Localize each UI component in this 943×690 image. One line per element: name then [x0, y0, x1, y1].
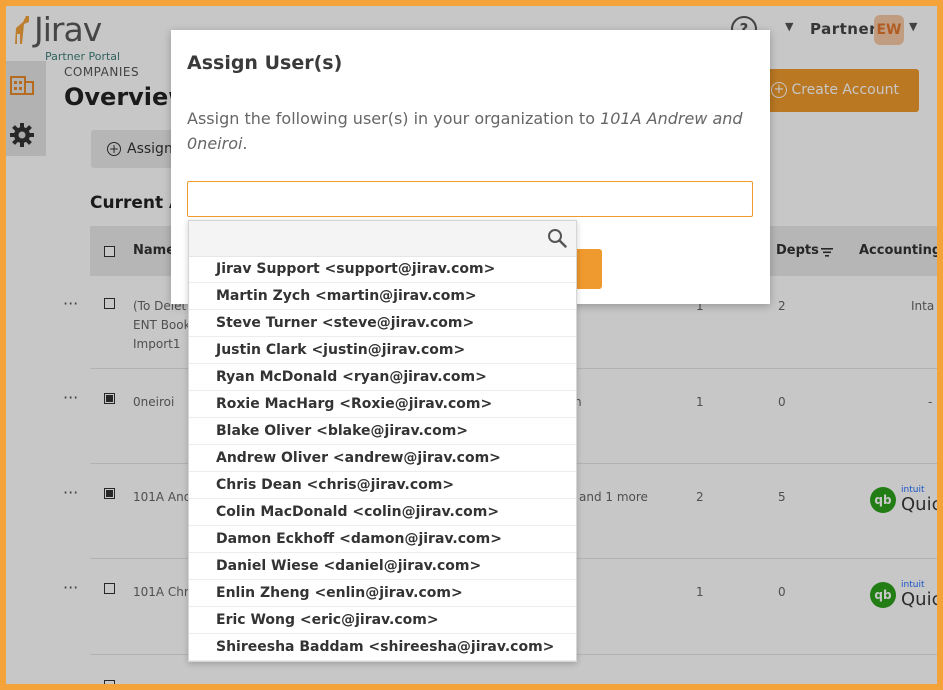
dropdown-option-label: Chris Dean <chris@jirav.com>	[216, 477, 455, 493]
dropdown-option[interactable]: Colin MacDonald <colin@jirav.com>	[189, 499, 576, 526]
dropdown-option-label: Jirav Support <support@jirav.com>	[216, 261, 496, 277]
user-select-input[interactable]	[187, 181, 753, 217]
dropdown-option-label: Martin Zych <martin@jirav.com>	[216, 288, 477, 304]
description-suffix: .	[242, 134, 248, 153]
dropdown-option-label: Andrew Oliver <andrew@jirav.com>	[216, 450, 501, 466]
dropdown-option-label: Shireesha Baddam <shireesha@jirav.com>	[216, 639, 555, 655]
dropdown-option[interactable]: Enlin Zheng <enlin@jirav.com>	[189, 580, 576, 607]
dropdown-option-label: Damon Eckhoff <damon@jirav.com>	[216, 531, 502, 547]
description-text: Assign the following user(s) in your org…	[187, 109, 601, 128]
dropdown-option-label: Roxie MacHarg <Roxie@jirav.com>	[216, 396, 493, 412]
dropdown-option-label: Eric Wong <eric@jirav.com>	[216, 612, 439, 628]
dropdown-option[interactable]: Roxie MacHarg <Roxie@jirav.com>	[189, 391, 576, 418]
app-window: Jirav Partner Portal ? ▼ Partner EW ▼ CO…	[6, 6, 937, 684]
dialog-description: Assign the following user(s) in your org…	[187, 106, 747, 156]
dropdown-option[interactable]: Ryan McDonald <ryan@jirav.com>	[189, 364, 576, 391]
dropdown-option-label: Daniel Wiese <daniel@jirav.com>	[216, 558, 482, 574]
dropdown-option-label: Steve Turner <steve@jirav.com>	[216, 315, 475, 331]
dropdown-option[interactable]: Martin Zych <martin@jirav.com>	[189, 283, 576, 310]
dropdown-option[interactable]: Daniel Wiese <daniel@jirav.com>	[189, 553, 576, 580]
dropdown-option[interactable]: Andrew Oliver <andrew@jirav.com>	[189, 445, 576, 472]
search-icon[interactable]	[547, 228, 567, 248]
dropdown-search-bar[interactable]	[189, 221, 576, 257]
dropdown-option-label: Blake Oliver <blake@jirav.com>	[216, 423, 469, 439]
dropdown-option-label: Colin MacDonald <colin@jirav.com>	[216, 504, 500, 520]
dropdown-option[interactable]: Shireesha Baddam <shireesha@jirav.com>	[189, 634, 576, 661]
dropdown-option[interactable]: Damon Eckhoff <damon@jirav.com>	[189, 526, 576, 553]
dropdown-option[interactable]: Chris Dean <chris@jirav.com>	[189, 472, 576, 499]
dropdown-option[interactable]: Justin Clark <justin@jirav.com>	[189, 337, 576, 364]
dialog-title: Assign User(s)	[187, 52, 343, 74]
dropdown-option-label: Justin Clark <justin@jirav.com>	[216, 342, 466, 358]
dropdown-option[interactable]: Jirav Support <support@jirav.com>	[189, 256, 576, 283]
user-dropdown: Jirav Support <support@jirav.com> Martin …	[188, 220, 577, 662]
dropdown-option[interactable]: Steve Turner <steve@jirav.com>	[189, 310, 576, 337]
dropdown-option[interactable]: Eric Wong <eric@jirav.com>	[189, 607, 576, 634]
dropdown-option[interactable]: Blake Oliver <blake@jirav.com>	[189, 418, 576, 445]
dropdown-option-label: Ryan McDonald <ryan@jirav.com>	[216, 369, 487, 385]
assign-confirm-button[interactable]	[573, 249, 602, 289]
dropdown-option-label: Enlin Zheng <enlin@jirav.com>	[216, 585, 463, 601]
